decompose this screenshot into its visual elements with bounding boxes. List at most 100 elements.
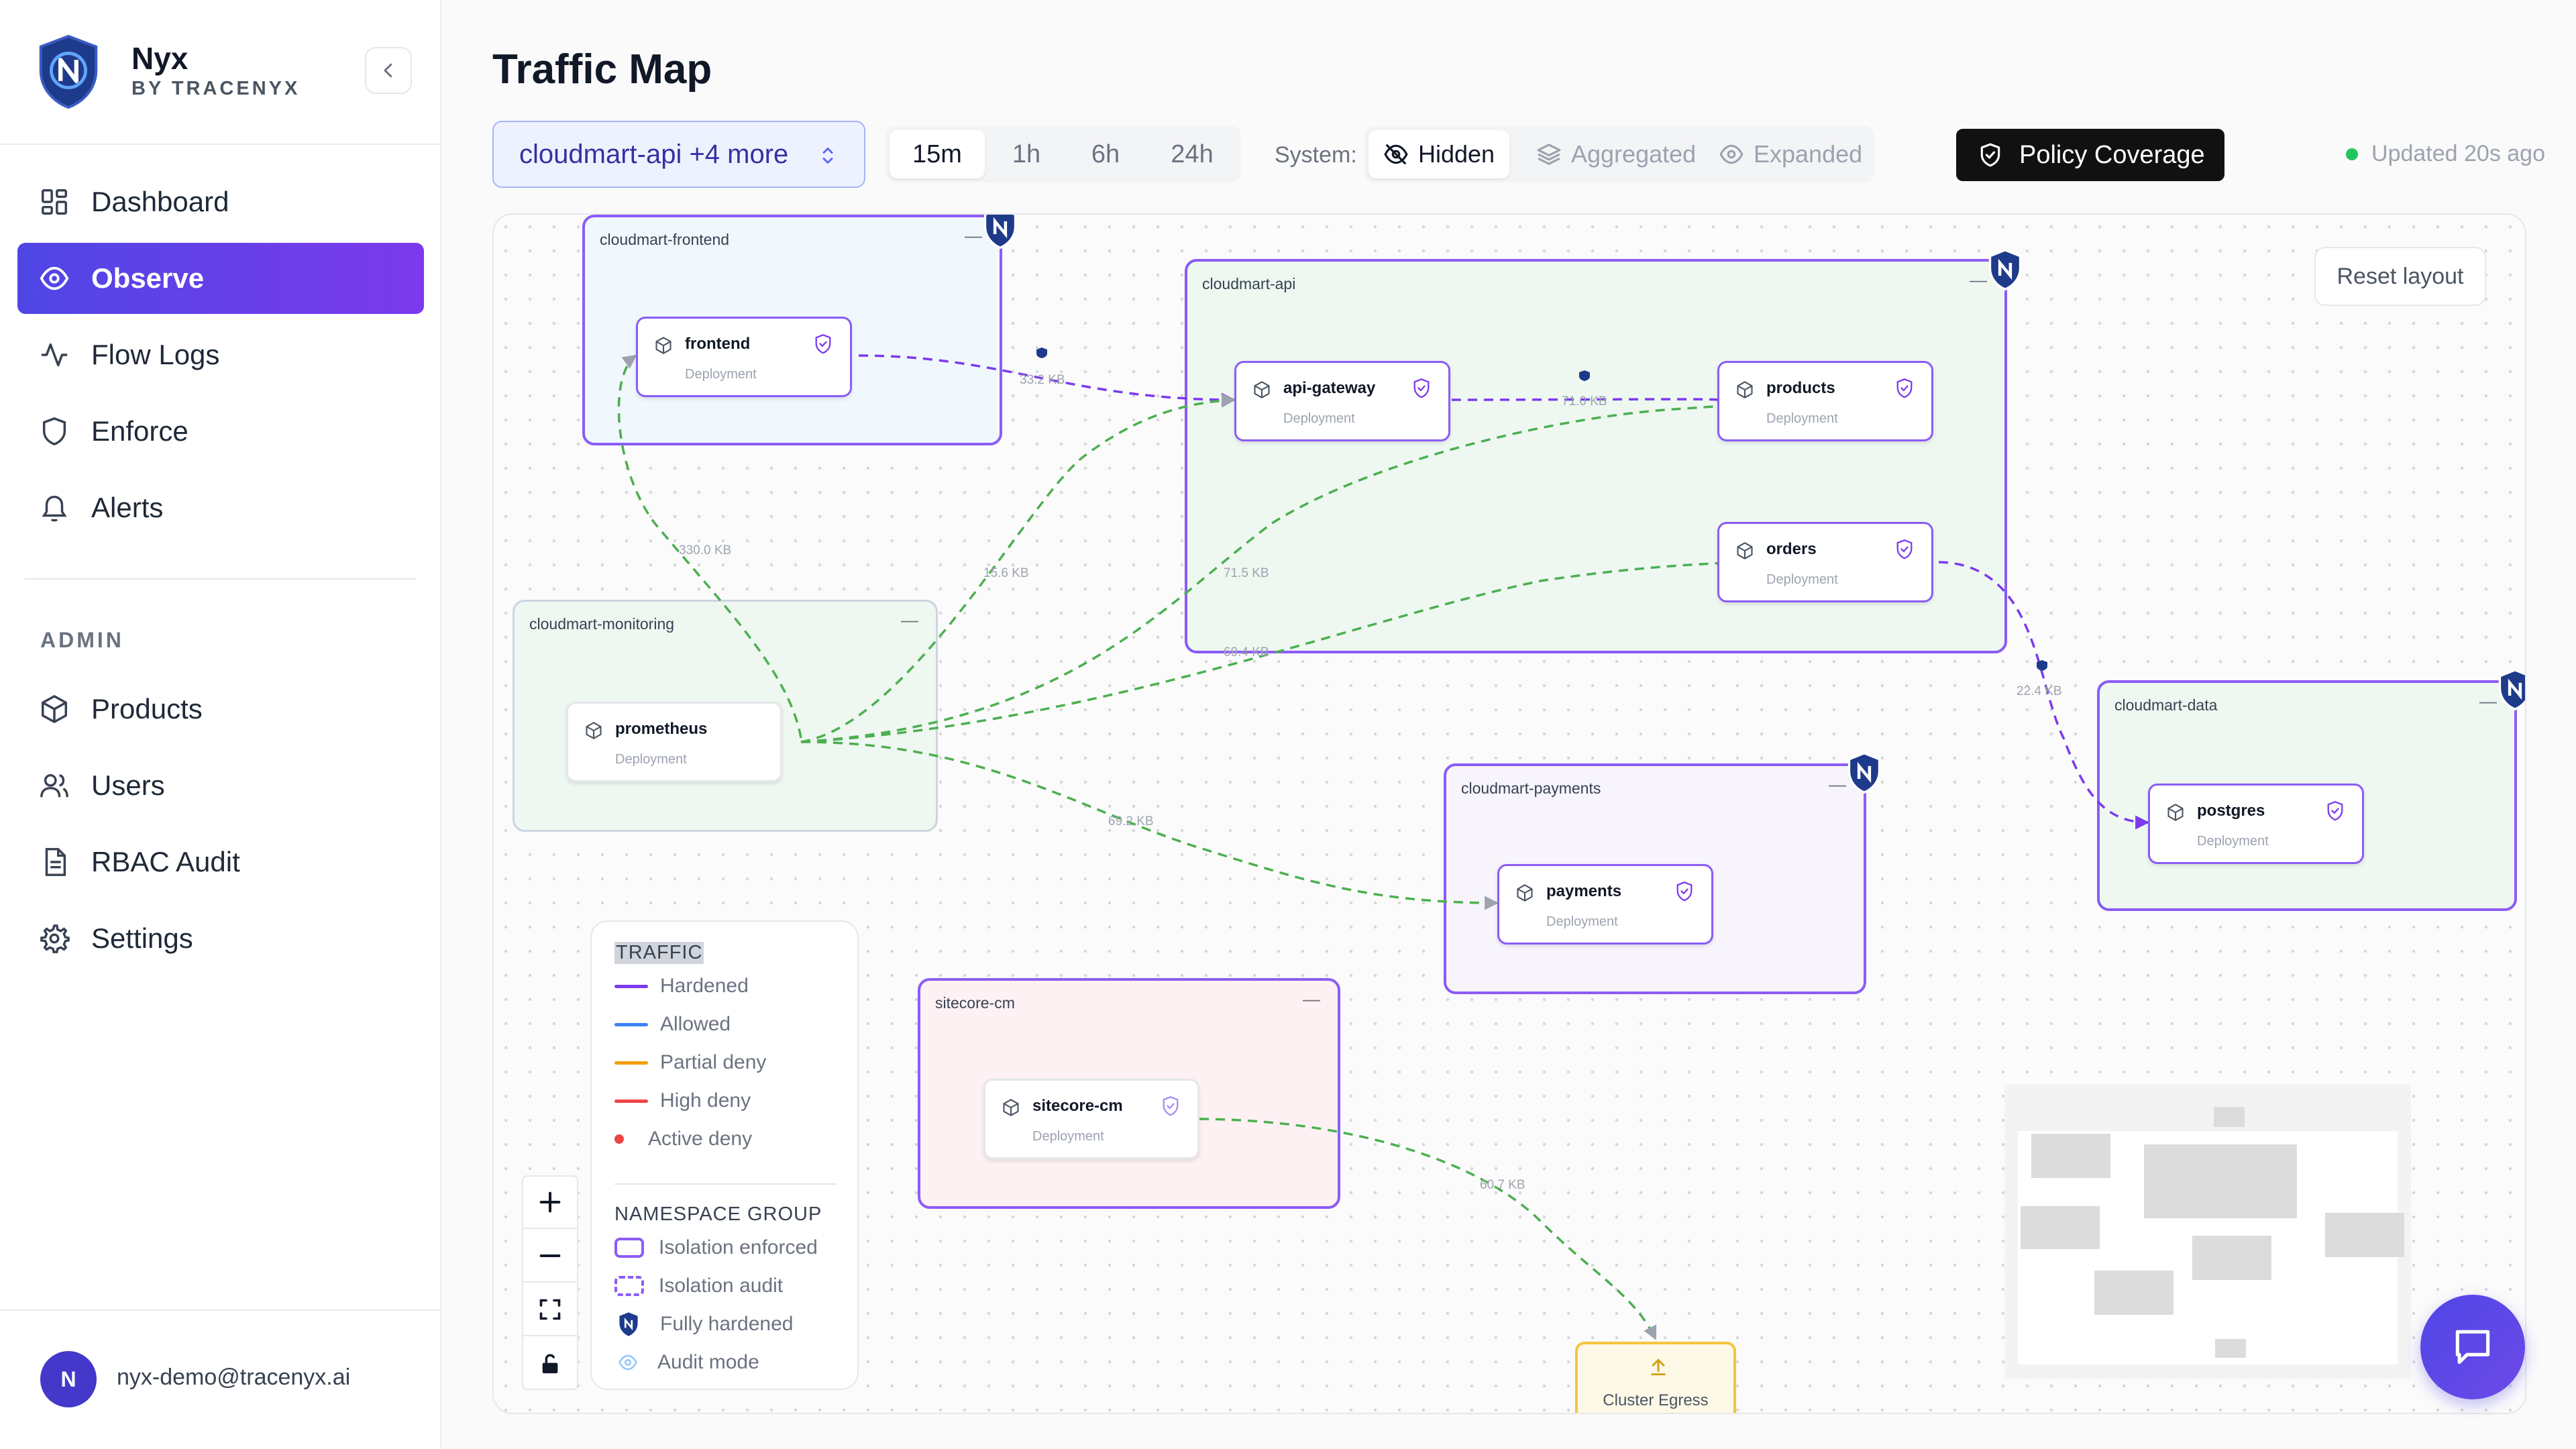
toolbar: cloudmart-api +4 more 15m 1h 6h 24h Syst… [492,121,2545,188]
nav-item-rbac-audit[interactable]: RBAC Audit [17,826,424,898]
cluster-egress-node[interactable]: Cluster Egress [1575,1342,1736,1413]
cluster-egress-label: Cluster Egress [1603,1391,1709,1409]
nav-item-flow-logs[interactable]: Flow Logs [17,319,424,390]
hardened-badge-icon [619,1312,638,1336]
chat-bubble-icon [2455,1330,2490,1364]
unlock-icon [542,1354,558,1374]
workload-node-postgres[interactable]: postgres Deployment [2148,784,2364,864]
shield-check-icon [1676,881,1693,902]
workload-node-prometheus[interactable]: prometheus Deployment [566,702,782,782]
edge-prometheus-to-products[interactable] [800,392,1868,743]
minimap-node [2192,1236,2271,1280]
time-range-15m[interactable]: 15m [890,130,985,178]
system-mode-group: Hidden Aggregated Expanded [1364,126,1874,182]
avatar[interactable]: N [40,1351,97,1407]
workload-node-payments[interactable]: payments Deployment [1497,864,1713,945]
nav-label: Settings [91,922,193,954]
edge-sitecore-to-egress[interactable] [1199,1118,1657,1340]
chat-button[interactable] [2420,1295,2525,1399]
admin-section-label: ADMIN [40,628,124,652]
shield-icon [42,417,66,446]
nav-item-observe[interactable]: Observe [17,243,424,314]
nav-item-users[interactable]: Users [17,750,424,821]
edge-label: 69.4 KB [1224,645,1269,659]
time-range-6h[interactable]: 6h [1068,130,1143,178]
workload-kind: Deployment [1032,1129,1104,1144]
nav-label: Users [91,769,165,801]
zoom-controls [522,1175,578,1390]
time-range-24h[interactable]: 24h [1147,130,1237,178]
shield-check-icon [815,334,831,354]
brand-header: Nyx BY TRACENYX [0,0,440,145]
workload-node-frontend[interactable]: frontend Deployment [636,317,852,397]
plus-icon [539,1191,561,1213]
nav-item-settings[interactable]: Settings [17,903,424,974]
nav-item-enforce[interactable]: Enforce [17,396,424,467]
workload-node-api-gateway[interactable]: api-gateway Deployment [1234,361,1450,441]
reset-layout-button[interactable]: Reset layout [2314,247,2486,306]
workload-node-orders[interactable]: orders Deployment [1717,522,1933,602]
workload-name: postgres [2197,802,2265,820]
file-icon [45,848,66,876]
shield-check-icon [1896,378,1913,398]
eye-icon [619,1354,637,1371]
app-name: Nyx [131,41,189,76]
traffic-map-canvas[interactable]: cloudmart-frontend — cloudmart-api — clo… [492,213,2526,1414]
system-aggregated-label: Aggregated [1571,140,1697,168]
workload-name: frontend [685,335,751,353]
page-title: Traffic Map [492,46,712,93]
legend-traffic-title: TRAFFIC [614,942,704,964]
fullscreen-icon [539,1299,561,1320]
system-label: System: [1275,142,1357,168]
nav-divider [24,578,416,580]
legend-label: High deny [660,1089,751,1112]
workload-node-products[interactable]: products Deployment [1717,361,1933,441]
legend-label: Isolation audit [659,1275,784,1297]
cube-icon [1737,381,1753,398]
workload-node-sitecore-cm[interactable]: sitecore-cm Deployment [983,1079,1199,1159]
legend-label: Hardened [660,975,749,997]
edge-label: 33.2 KB [1020,373,1065,387]
legend-item-partial-deny: Partial deny [614,1049,766,1076]
lock-toggle-button[interactable] [523,1338,577,1390]
legend-item-isolation-audit: Isolation audit [614,1273,783,1299]
nav-label: Enforce [91,415,189,447]
workload-kind: Deployment [1766,572,1838,587]
zoom-in-button[interactable] [523,1177,577,1229]
system-expanded-button[interactable]: Expanded [1704,130,1877,178]
nav-label: Alerts [91,492,164,523]
cube-icon [655,337,672,354]
cube-icon [1003,1099,1019,1116]
legend-item-active-deny: Active deny [614,1126,752,1152]
minimap-node [2215,1339,2246,1358]
collapse-sidebar-button[interactable] [365,47,412,94]
workload-name: sitecore-cm [1032,1097,1123,1115]
workload-kind: Deployment [1766,411,1838,426]
nav-label: RBAC Audit [91,846,240,877]
system-hidden-button[interactable]: Hidden [1368,130,1510,178]
nav-item-alerts[interactable]: Alerts [17,472,424,543]
upload-icon [1651,1358,1666,1376]
legend-item-audit-mode: Audit mode [614,1349,759,1376]
workload-kind: Deployment [1546,914,1618,929]
namespace-select[interactable]: cloudmart-api +4 more [492,121,865,188]
shield-check-icon [2327,801,2343,821]
edge-label: 22.4 KB [2017,684,2062,698]
time-range-1h[interactable]: 1h [989,130,1064,178]
legend-label: Isolation enforced [659,1236,818,1258]
user-email: nyx-demo@tracenyx.ai [117,1364,351,1390]
box-icon [42,695,67,723]
layers-icon [1537,144,1561,165]
workload-kind: Deployment [1283,411,1355,426]
updated-status: Updated 20s ago [2346,141,2545,167]
minimap-node [2094,1271,2174,1315]
nav-item-products[interactable]: Products [17,674,424,745]
minimap[interactable] [2004,1084,2411,1379]
zoom-out-button[interactable] [523,1230,577,1283]
workload-kind: Deployment [2197,834,2269,849]
nav-item-dashboard[interactable]: Dashboard [17,166,424,237]
fit-view-button[interactable] [523,1284,577,1336]
policy-coverage-button[interactable]: Policy Coverage [1956,129,2224,181]
system-aggregated-button[interactable]: Aggregated [1521,130,1711,178]
legend-panel: TRAFFIC Hardened Allowed Partial deny Hi… [590,920,859,1390]
